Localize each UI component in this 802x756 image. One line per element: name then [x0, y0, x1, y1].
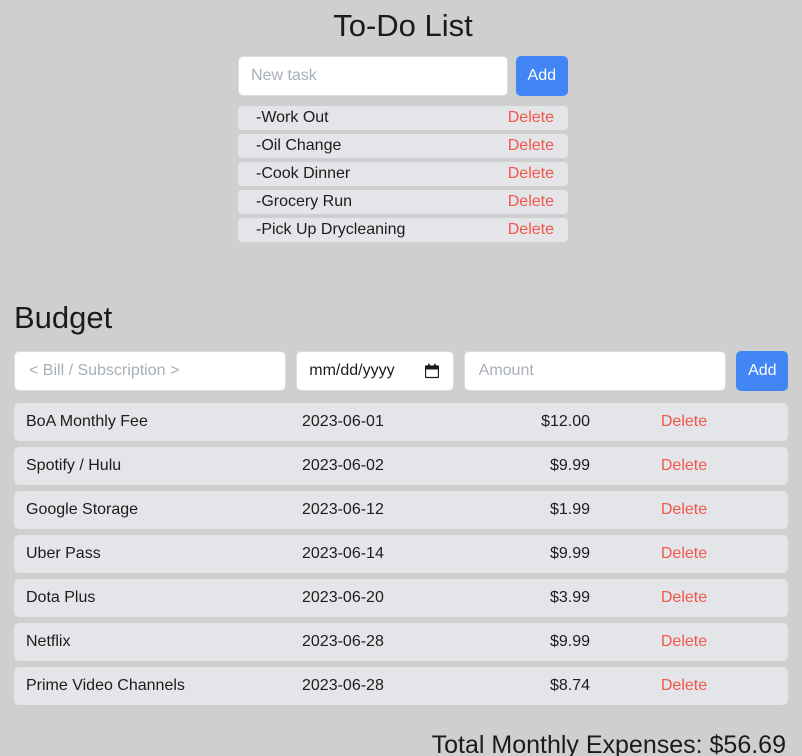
bill-date-cell: 2023-06-12	[302, 501, 384, 518]
bill-name-cell: Prime Video Channels	[26, 677, 185, 694]
todo-delete-link[interactable]: Delete	[508, 137, 556, 155]
budget-title: Budget	[14, 300, 113, 335]
bill-name-input[interactable]	[14, 351, 287, 391]
budget-section: Budget mm/dd/yyyy Add BoA Mon	[0, 300, 802, 756]
bill-date-cell: 2023-06-02	[302, 457, 384, 474]
todo-item-label: -Pick Up Drycleaning	[256, 221, 406, 238]
todo-delete-link[interactable]: Delete	[508, 193, 556, 211]
bill-name-cell: Google Storage	[26, 501, 139, 518]
bill-amount-cell: $3.99	[549, 589, 590, 606]
bill-delete-cell: Delete	[590, 677, 788, 695]
bill-date-cell: 2023-06-28	[302, 677, 384, 694]
budget-add-button[interactable]: Add	[736, 351, 788, 391]
bill-delete-cell: Delete	[590, 633, 788, 651]
budget-table-row[interactable]: Uber Pass 2023-06-14 $9.99 Delete	[14, 535, 788, 573]
bill-date-cell: 2023-06-01	[302, 413, 384, 430]
budget-table-row[interactable]: Dota Plus 2023-06-20 $3.99 Delete	[14, 579, 788, 617]
bill-name-cell: Uber Pass	[26, 545, 101, 562]
app-root: To-Do List Add -Work Out Delete -Oil Cha…	[0, 0, 802, 756]
bill-date-cell: 2023-06-28	[302, 633, 384, 650]
bill-date-cell: 2023-06-20	[302, 589, 384, 606]
budget-delete-link[interactable]: Delete	[661, 589, 707, 606]
bill-date-cell: 2023-06-14	[302, 545, 384, 562]
todo-list-item[interactable]: -Oil Change Delete	[238, 134, 568, 158]
bill-amount-cell: $9.99	[549, 633, 590, 650]
bill-amount-cell: $9.99	[549, 457, 590, 474]
budget-input-row: mm/dd/yyyy Add	[0, 351, 802, 391]
todo-section: To-Do List Add -Work Out Delete -Oil Cha…	[238, 0, 568, 246]
date-placeholder-text: mm/dd/yyyy	[309, 362, 395, 379]
bill-delete-cell: Delete	[590, 501, 788, 519]
todo-item-label: -Grocery Run	[256, 193, 353, 210]
todo-list-item[interactable]: -Cook Dinner Delete	[238, 162, 568, 186]
budget-table-row[interactable]: Spotify / Hulu 2023-06-02 $9.99 Delete	[14, 447, 788, 485]
bill-name-cell: BoA Monthly Fee	[26, 413, 148, 430]
bill-amount-cell: $9.99	[549, 545, 590, 562]
bill-amount-cell: $8.74	[549, 677, 590, 694]
budget-table-row[interactable]: BoA Monthly Fee 2023-06-01 $12.00 Delete	[14, 403, 788, 441]
budget-list: BoA Monthly Fee 2023-06-01 $12.00 Delete…	[0, 403, 802, 705]
bill-delete-cell: Delete	[590, 457, 788, 475]
todo-add-button[interactable]: Add	[515, 56, 568, 96]
todo-title: To-Do List	[333, 8, 473, 43]
todo-list: -Work Out Delete -Oil Change Delete -Coo…	[238, 106, 568, 242]
calendar-icon[interactable]	[424, 363, 439, 379]
bill-name-cell: Dota Plus	[26, 589, 96, 606]
bill-delete-cell: Delete	[590, 589, 788, 607]
todo-item-label: -Oil Change	[256, 137, 342, 154]
todo-list-item[interactable]: -Pick Up Drycleaning Delete	[238, 218, 568, 242]
bill-amount-cell: $1.99	[549, 501, 590, 518]
budget-table-row[interactable]: Google Storage 2023-06-12 $1.99 Delete	[14, 491, 788, 529]
bill-name-cell: Netflix	[26, 633, 71, 650]
todo-list-item[interactable]: -Grocery Run Delete	[238, 190, 568, 214]
todo-delete-link[interactable]: Delete	[508, 165, 556, 183]
amount-input[interactable]	[463, 351, 727, 391]
bill-delete-cell: Delete	[590, 545, 788, 563]
todo-list-item[interactable]: -Work Out Delete	[238, 106, 568, 130]
total-monthly-expenses: Total Monthly Expenses: $56.69	[431, 731, 786, 756]
todo-item-label: -Cook Dinner	[256, 165, 351, 182]
bill-delete-cell: Delete	[590, 413, 788, 431]
budget-delete-link[interactable]: Delete	[661, 545, 707, 562]
todo-delete-link[interactable]: Delete	[508, 221, 556, 239]
budget-delete-link[interactable]: Delete	[661, 413, 707, 430]
todo-input-row: Add	[238, 56, 568, 96]
bill-amount-cell: $12.00	[541, 413, 590, 430]
new-task-input[interactable]	[238, 56, 508, 96]
todo-delete-link[interactable]: Delete	[508, 109, 556, 127]
todo-item-label: -Work Out	[256, 109, 329, 126]
budget-delete-link[interactable]: Delete	[661, 501, 707, 518]
budget-table-row[interactable]: Prime Video Channels 2023-06-28 $8.74 De…	[14, 667, 788, 705]
budget-delete-link[interactable]: Delete	[661, 457, 707, 474]
budget-table-row[interactable]: Netflix 2023-06-28 $9.99 Delete	[14, 623, 788, 661]
bill-name-cell: Spotify / Hulu	[26, 457, 122, 474]
budget-delete-link[interactable]: Delete	[661, 633, 707, 650]
budget-delete-link[interactable]: Delete	[661, 677, 707, 694]
bill-date-input[interactable]: mm/dd/yyyy	[296, 351, 454, 391]
